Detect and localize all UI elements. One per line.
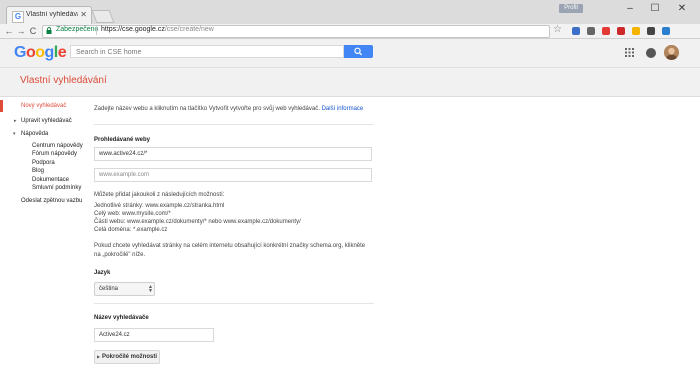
bookmark-star-icon[interactable]: ☆ [553,24,562,35]
logo-letter: o [35,44,45,61]
name-heading: Název vyhledávače [94,315,149,321]
extension-icon[interactable] [647,27,655,35]
sidebar-subitem-terms[interactable]: Smluvní podmínky [32,185,81,191]
extension-icon[interactable] [617,27,625,35]
page-title: Vlastní vyhledávání [20,75,107,86]
divider [94,303,374,304]
profile-button[interactable]: Profil [559,4,583,13]
pattern-item: Části webu: www.example.cz/dokumenty/* n… [94,219,301,225]
engine-name-input[interactable]: Active24.cz [94,328,214,342]
pattern-item: Jednotlivé stránky: www.example.cz/stran… [94,203,225,209]
forward-button[interactable]: → [15,24,27,38]
caret-down-icon[interactable]: ▾ [13,131,16,137]
caret-right-icon: ▶ [97,354,101,359]
google-logo[interactable]: Google [14,44,67,62]
avatar[interactable] [664,45,679,60]
apps-grid-icon[interactable] [625,48,634,57]
logo-letter: e [57,44,67,61]
sidebar-item-help[interactable]: Nápověda [21,131,48,137]
advanced-options-button[interactable]: Pokročilé možnosti [94,350,160,364]
back-button[interactable]: ← [3,24,15,38]
logo-letter: G [14,44,26,61]
maximize-button[interactable]: ☐ [645,2,665,16]
extension-icon[interactable] [587,27,595,35]
sites-heading: Prohledávané weby [94,137,151,143]
sidebar-subitem-support[interactable]: Podpora [32,160,55,166]
browser-tab[interactable]: G Vlastní vyhledávání – vyh ✕ [6,6,92,25]
search-icon [354,47,363,56]
patterns-intro: Můžete přidat jakoukoli z následujících … [94,192,225,198]
sidebar-item-new-engine[interactable]: Nový vyhledávač [21,103,66,109]
pattern-item: Celá doména: *.example.cz [94,227,168,233]
intro-sentence: Zadejte název webu a kliknutím na tlačít… [94,106,320,112]
tab-title: Vlastní vyhledávání – vyh [26,11,78,18]
schema-note-line2: na „pokročilé" níže. [94,252,146,258]
user-photo-icon [664,45,679,60]
divider [94,124,374,125]
learn-more-link[interactable]: Další informace [322,106,364,112]
extension-icon[interactable] [602,27,610,35]
language-heading: Jazyk [94,270,111,276]
schema-note-line1: Pokud chcete vyhledávat stránky na celém… [94,243,366,249]
lock-icon [46,27,52,34]
google-favicon-icon: G [12,11,24,23]
logo-letter: g [44,44,55,61]
active-nav-indicator [0,100,3,112]
search-input[interactable]: Search in CSE home [70,45,344,58]
site-input-empty[interactable]: www.example.com [94,168,372,182]
url-host: https://cse.google.cz [101,26,165,33]
caret-right-icon[interactable]: ▸ [14,118,17,124]
sidebar-item-feedback[interactable]: Odeslat zpětnou vazbu [21,198,82,204]
logo-letter: o [25,44,36,61]
url-text[interactable]: https://cse.google.cz/cse/create/new [101,26,214,33]
sidebar-subitem-blog[interactable]: Blog [32,168,44,174]
language-select[interactable]: čeština [94,282,155,296]
address-separator [96,26,97,35]
reload-button[interactable]: C [27,24,39,38]
secure-label: Zabezpečeno [56,26,99,33]
intro-text: Zadejte název webu a kliknutím na tlačít… [94,106,363,112]
extension-icon[interactable] [662,27,670,35]
search-button[interactable] [344,45,373,58]
notifications-icon[interactable] [646,48,656,58]
select-arrows-icon: ▲ ▼ [148,284,153,294]
pattern-item: Celý web: www.mysite.com/* [94,211,171,217]
minimize-button[interactable]: – [620,2,640,16]
url-path: /cse/create/new [164,26,214,33]
close-window-button[interactable]: ✕ [672,2,692,16]
sidebar-item-edit-engine[interactable]: Upravit vyhledávač [21,118,72,124]
sidebar-subitem-documentation[interactable]: Dokumentace [32,177,69,183]
sidebar-subitem-help-center[interactable]: Centrum nápovědy [32,143,83,149]
extension-icon[interactable] [632,27,640,35]
tab-close-icon[interactable]: ✕ [80,10,87,19]
site-input[interactable]: www.active24.cz/* [94,147,372,161]
extension-icon[interactable] [572,27,580,35]
sidebar-subitem-help-forum[interactable]: Fórum nápovědy [32,151,77,157]
